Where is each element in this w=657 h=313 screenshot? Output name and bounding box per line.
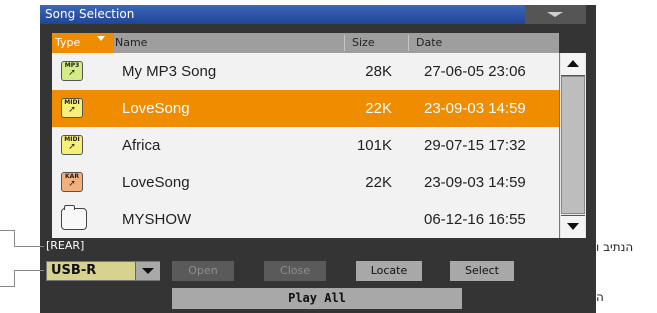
file-date: 23-09-03 14:59 [424, 174, 526, 191]
column-divider [344, 35, 345, 51]
file-row[interactable]: MIDI ➚ Africa 101K 29-07-15 17:32 [52, 127, 559, 164]
file-name: LoveSong [122, 174, 190, 191]
column-header-type[interactable]: Type [52, 33, 114, 53]
column-header: Type Name Size Date [52, 33, 559, 53]
current-path: [REAR] [46, 239, 85, 252]
song-selection-screen: Song Selection Type Name Size Date MP3 ➚ … [40, 5, 596, 313]
column-header-size[interactable]: Size [352, 33, 375, 53]
file-row-selected[interactable]: MIDI ➚ LoveSong 22K 23-09-03 14:59 [52, 90, 559, 127]
callout-line [14, 270, 15, 287]
column-header-name[interactable]: Name [115, 33, 147, 53]
file-name: My MP3 Song [122, 63, 217, 80]
mp3-file-icon: MP3 ➚ [61, 61, 83, 81]
list-scrollbar[interactable] [559, 53, 586, 238]
locate-button[interactable]: Locate [356, 261, 422, 281]
arrow-down-icon [567, 223, 579, 230]
arrow-up-icon [567, 60, 579, 67]
callout-line [0, 230, 14, 231]
file-size: 22K [365, 100, 392, 117]
file-name: MYSHOW [122, 211, 192, 228]
file-date: 29-07-15 17:32 [424, 137, 526, 154]
window-title: Song Selection [45, 7, 135, 21]
file-date: 06-12-16 16:55 [424, 211, 526, 228]
file-size: 101K [356, 137, 392, 154]
device-value: USB-R [51, 263, 97, 278]
column-header-date[interactable]: Date [416, 33, 442, 53]
file-date: 23-09-03 14:59 [424, 100, 526, 117]
callout-line [0, 286, 14, 287]
scroll-up-button[interactable] [561, 53, 585, 76]
scroll-thumb[interactable] [561, 76, 585, 214]
kar-file-icon: KAR ➚ [61, 172, 83, 192]
file-size: 28K [365, 63, 392, 80]
callout-line [14, 246, 44, 247]
open-button[interactable]: Open [172, 261, 234, 281]
folder-icon [61, 205, 87, 230]
column-header-type-label: Type [55, 36, 81, 49]
chevron-down-icon [547, 12, 563, 17]
file-size: 22K [365, 174, 392, 191]
midi-file-icon: MIDI ➚ [61, 135, 83, 155]
chevron-down-icon [142, 268, 154, 274]
file-row[interactable]: KAR ➚ LoveSong 22K 23-09-03 14:59 [52, 164, 559, 201]
title-bar: Song Selection [40, 5, 586, 24]
file-date: 27-06-05 23:06 [424, 63, 526, 80]
path-annotation: הנתיב ו [596, 240, 634, 254]
midi-file-icon: MIDI ➚ [61, 98, 83, 118]
scroll-down-button[interactable] [561, 215, 585, 238]
device-selector[interactable]: USB-R [46, 261, 160, 281]
select-button[interactable]: Select [450, 261, 514, 281]
file-row[interactable]: MP3 ➚ My MP3 Song 28K 27-06-05 23:06 [52, 53, 559, 90]
file-name: LoveSong [122, 100, 190, 117]
file-row[interactable]: MYSHOW 06-12-16 16:55 [52, 201, 559, 238]
callout-line [14, 270, 44, 271]
callout-line [14, 230, 15, 246]
device-annotation: ה [596, 290, 604, 304]
close-button[interactable]: Close [264, 261, 326, 281]
page-menu-button[interactable] [525, 5, 586, 24]
sort-icon [97, 36, 105, 41]
file-name: Africa [122, 137, 161, 154]
play-all-button[interactable]: Play All [172, 288, 462, 309]
device-dropdown-button[interactable] [135, 262, 160, 280]
file-list: MP3 ➚ My MP3 Song 28K 27-06-05 23:06 MIDI… [52, 53, 559, 238]
column-divider [408, 35, 409, 51]
